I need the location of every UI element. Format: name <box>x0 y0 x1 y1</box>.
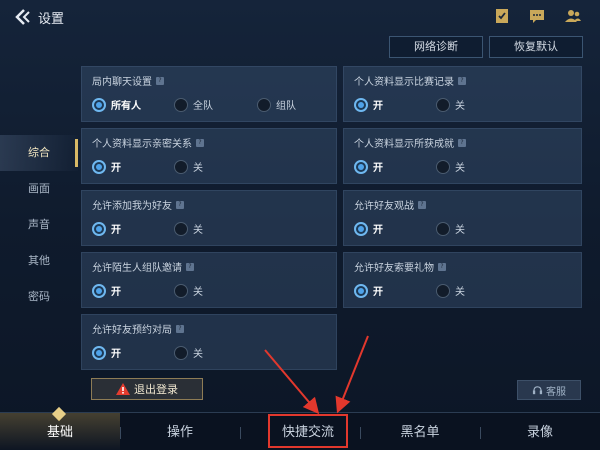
achievement-on[interactable]: 开 <box>354 159 383 174</box>
setting-title: 局内聊天设置 <box>92 77 152 88</box>
match-record-card: 个人资料显示比赛记录? 开 关 <box>343 66 582 122</box>
radio-icon <box>436 159 450 174</box>
gift-request-card: 允许好友索要礼物? 开 关 <box>343 252 582 308</box>
radio-icon <box>174 221 188 236</box>
radio-selected-icon <box>92 97 106 112</box>
info-icon[interactable]: ? <box>176 200 184 209</box>
tab-replay[interactable]: 录像 <box>480 413 600 450</box>
settings-sidebar: 综合 画面 声音 其他 密码 <box>0 135 78 315</box>
sidebar-item-sound[interactable]: 声音 <box>0 207 78 243</box>
info-icon[interactable]: ? <box>196 138 204 147</box>
network-diagnose-button[interactable]: 网络诊断 <box>389 36 483 58</box>
radio-icon <box>257 97 271 112</box>
radio-selected-icon <box>354 283 368 298</box>
reset-default-button[interactable]: 恢复默认 <box>489 36 583 58</box>
add-friend-card: 允许添加我为好友? 开 关 <box>81 190 337 246</box>
customer-service-button[interactable]: 客服 <box>517 380 581 400</box>
reserve-match-off[interactable]: 关 <box>174 345 203 360</box>
chat-option-team[interactable]: 全队 <box>174 97 213 112</box>
radio-icon <box>174 283 188 298</box>
info-icon[interactable]: ? <box>156 76 164 85</box>
info-icon[interactable]: ? <box>176 324 184 333</box>
radio-selected-icon <box>92 159 106 174</box>
sidebar-item-display[interactable]: 画面 <box>0 171 78 207</box>
info-icon[interactable]: ? <box>458 76 466 85</box>
stranger-invite-card: 允许陌生人组队邀请? 开 关 <box>81 252 337 308</box>
setting-title: 个人资料显示比赛记录 <box>354 77 454 88</box>
setting-title: 允许陌生人组队邀请 <box>92 263 182 274</box>
radio-selected-icon <box>92 221 106 236</box>
setting-title: 允许好友索要礼物 <box>354 263 434 274</box>
page-title: 设置 <box>38 12 65 27</box>
gift-request-off[interactable]: 关 <box>436 283 465 298</box>
info-icon[interactable]: ? <box>438 262 446 271</box>
sidebar-item-general[interactable]: 综合 <box>0 135 78 171</box>
radio-selected-icon <box>92 345 106 360</box>
info-icon[interactable]: ? <box>186 262 194 271</box>
spectate-card: 允许好友观战? 开 关 <box>343 190 582 246</box>
spectate-off[interactable]: 关 <box>436 221 465 236</box>
achievement-card: 个人资料显示所获成就? 开 关 <box>343 128 582 184</box>
chat-option-all[interactable]: 所有人 <box>92 97 141 112</box>
support-label: 客服 <box>546 386 566 398</box>
setting-title: 个人资料显示亲密关系 <box>92 139 192 150</box>
setting-title: 个人资料显示所获成就 <box>354 139 454 150</box>
logout-label: 退出登录 <box>134 383 178 396</box>
tab-blacklist[interactable]: 黑名单 <box>360 413 480 450</box>
tab-controls[interactable]: 操作 <box>120 413 240 450</box>
reserve-match-card: 允许好友预约对局? 开 关 <box>81 314 337 370</box>
radio-selected-icon <box>354 221 368 236</box>
add-friend-off[interactable]: 关 <box>174 221 203 236</box>
radio-icon <box>436 97 450 112</box>
spectate-on[interactable]: 开 <box>354 221 383 236</box>
tab-divider <box>240 427 241 439</box>
setting-title: 允许好友预约对局 <box>92 325 172 336</box>
sidebar-item-password[interactable]: 密码 <box>0 279 78 315</box>
achievement-off[interactable]: 关 <box>436 159 465 174</box>
radio-selected-icon <box>92 283 106 298</box>
friends-icon[interactable] <box>564 7 582 25</box>
radio-selected-icon <box>354 159 368 174</box>
gift-request-on[interactable]: 开 <box>354 283 383 298</box>
back-icon[interactable] <box>12 8 34 26</box>
radio-icon <box>436 283 450 298</box>
setting-title: 允许好友观战 <box>354 201 414 212</box>
match-record-off[interactable]: 关 <box>436 97 465 112</box>
logout-button[interactable]: 退出登录 <box>91 378 203 400</box>
chat-icon[interactable] <box>528 7 546 25</box>
stranger-invite-off[interactable]: 关 <box>174 283 203 298</box>
annotation-highlight-box <box>268 414 348 448</box>
radio-icon <box>436 221 450 236</box>
add-friend-on[interactable]: 开 <box>92 221 121 236</box>
match-record-on[interactable]: 开 <box>354 97 383 112</box>
stranger-invite-on[interactable]: 开 <box>92 283 121 298</box>
intimacy-card: 个人资料显示亲密关系? 开 关 <box>81 128 337 184</box>
intimacy-off[interactable]: 关 <box>174 159 203 174</box>
checklist-icon[interactable] <box>493 7 511 25</box>
chat-setting-card: 局内聊天设置? 所有人 全队 组队 <box>81 66 337 122</box>
info-icon[interactable]: ? <box>418 200 426 209</box>
top-bar: 设置 <box>0 0 600 32</box>
tab-basic[interactable]: 基础 <box>0 413 120 450</box>
setting-title: 允许添加我为好友 <box>92 201 172 212</box>
sidebar-item-other[interactable]: 其他 <box>0 243 78 279</box>
headset-icon <box>532 385 543 394</box>
warning-icon <box>116 383 130 395</box>
radio-icon <box>174 97 188 112</box>
chat-option-party[interactable]: 组队 <box>257 97 296 112</box>
info-icon[interactable]: ? <box>458 138 466 147</box>
radio-icon <box>174 159 188 174</box>
reserve-match-on[interactable]: 开 <box>92 345 121 360</box>
radio-selected-icon <box>354 97 368 112</box>
radio-icon <box>174 345 188 360</box>
intimacy-on[interactable]: 开 <box>92 159 121 174</box>
